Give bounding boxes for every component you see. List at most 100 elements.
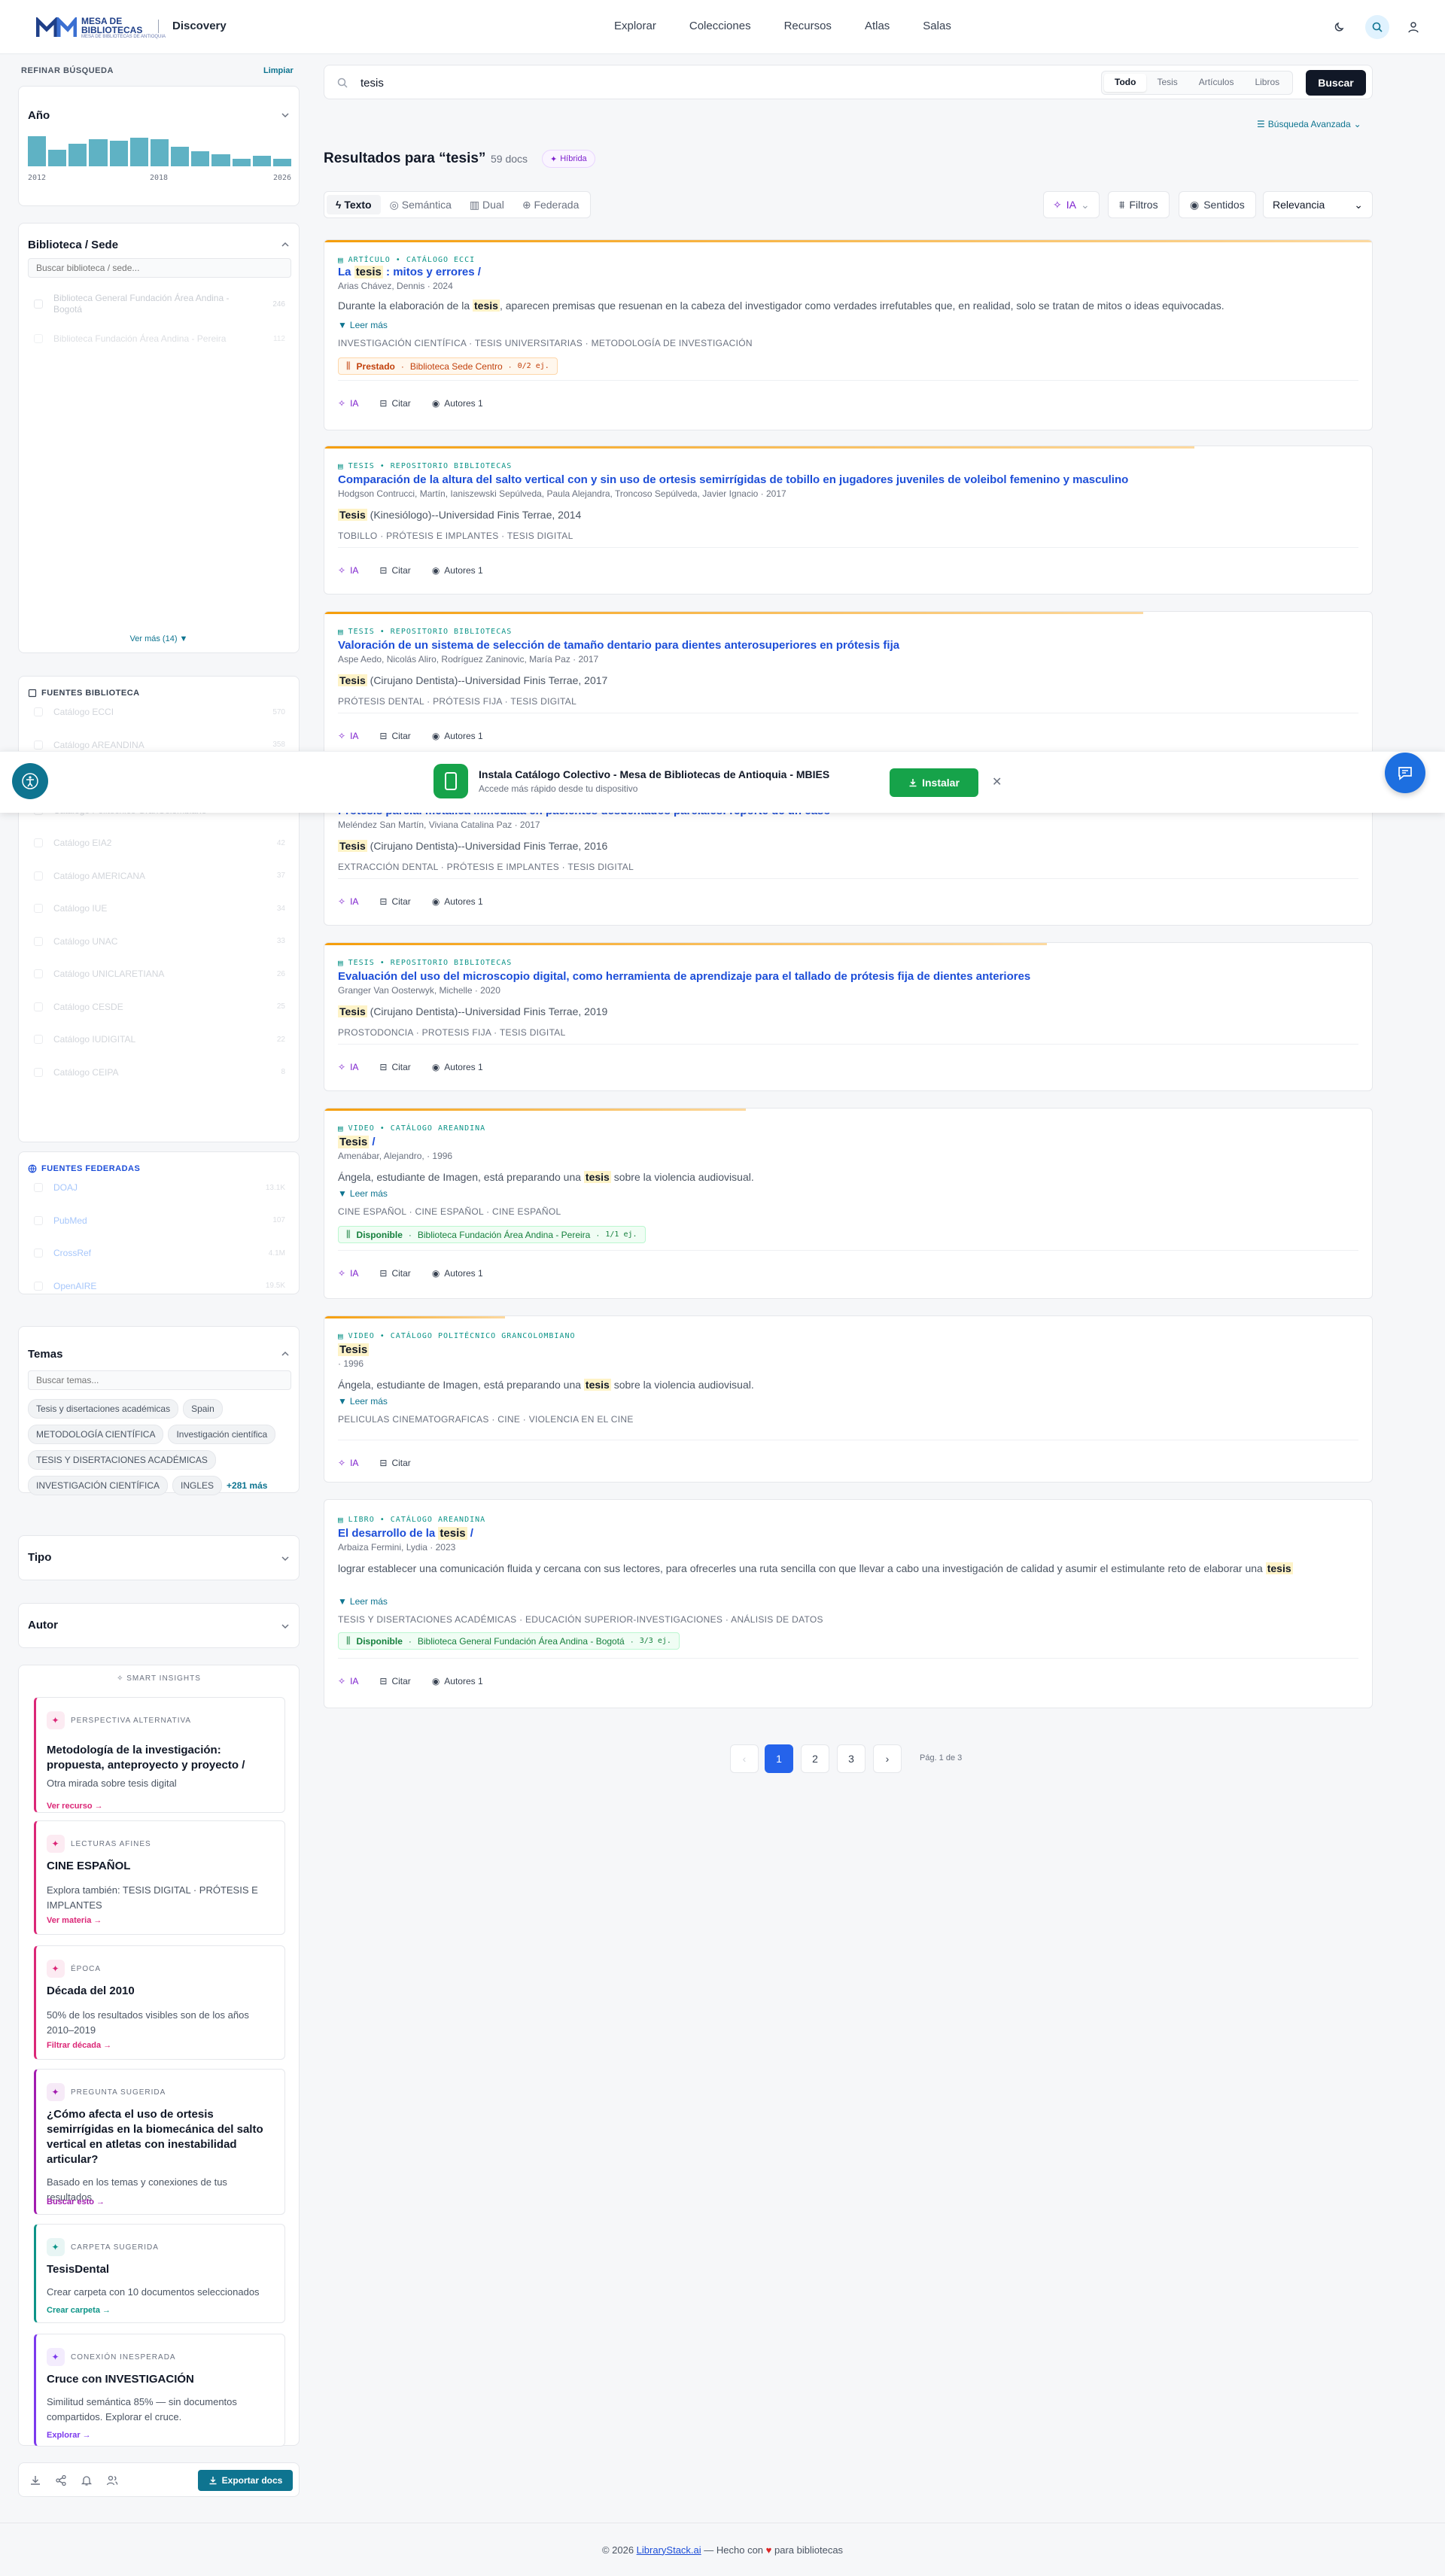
checkbox[interactable] — [34, 740, 43, 750]
source-item[interactable]: Catálogo IUE 34 — [34, 903, 285, 914]
more-topics-link[interactable]: +281 más — [227, 1480, 267, 1491]
cite-button[interactable]: ⊟ Citar — [379, 1268, 410, 1279]
authors-button[interactable]: ◉ Autores 1 — [432, 1268, 483, 1279]
scope-tab-libros[interactable]: Libros — [1244, 74, 1290, 92]
library-item[interactable]: Biblioteca General Fundación Área Andina… — [34, 293, 285, 315]
read-more-link[interactable]: ▼ Leer más — [338, 320, 388, 330]
user-account-button[interactable] — [1401, 15, 1425, 39]
year-bar[interactable] — [252, 156, 271, 166]
availability-badge[interactable]: ⫼ Disponible · Biblioteca General Fundación… — [338, 1632, 680, 1650]
dark-mode-button[interactable] — [1328, 15, 1352, 39]
cite-button[interactable]: ⊟ Citar — [379, 1062, 410, 1072]
source-item[interactable]: Catálogo CEIPA 8 — [34, 1067, 285, 1078]
authors-button[interactable]: ◉ Autores 1 — [432, 1062, 483, 1072]
authors-button[interactable]: ◉ Autores 1 — [432, 896, 483, 907]
ai-action-button[interactable]: ✧ IA — [338, 1458, 358, 1468]
ai-action-button[interactable]: ✧ IA — [338, 1268, 358, 1279]
checkbox[interactable] — [34, 334, 43, 343]
insight-card[interactable]: ✦ PREGUNTA SUGERIDA ¿Cómo afecta el uso de… — [34, 2069, 285, 2215]
topic-pill[interactable]: Tesis y disertaciones académicas — [28, 1399, 179, 1419]
insight-action-link[interactable]: Explorar → — [47, 2431, 91, 2440]
topic-pill[interactable]: TESIS Y DISERTACIONES ACADÉMICAS — [28, 1450, 216, 1470]
federated-item[interactable]: CrossRef 4.1M — [34, 1248, 285, 1258]
availability-badge[interactable]: ⫼ Prestado · Biblioteca Sede Centro · 0/2 ej. — [338, 357, 558, 375]
ai-toggle-button[interactable]: ✧ IA ⌄ — [1043, 191, 1100, 218]
checkbox[interactable] — [34, 1281, 43, 1291]
checkbox[interactable] — [34, 300, 43, 309]
cite-button[interactable]: ⊟ Citar — [379, 398, 410, 409]
result-title[interactable]: Valoración de un sistema de selección de… — [338, 639, 899, 652]
year-bar[interactable] — [211, 154, 230, 166]
prev-page-button[interactable]: ‹ — [730, 1744, 759, 1773]
search-input[interactable] — [360, 73, 1038, 93]
cite-button[interactable]: ⊟ Citar — [379, 731, 410, 741]
search-submit-button[interactable]: Buscar — [1306, 70, 1366, 96]
year-bar[interactable] — [232, 159, 251, 166]
year-bar[interactable] — [272, 159, 292, 166]
checkbox[interactable] — [34, 1035, 43, 1044]
checkbox[interactable] — [34, 904, 43, 913]
source-item[interactable]: Catálogo UNICLARETIANA 26 — [34, 969, 285, 979]
year-bar[interactable] — [191, 151, 210, 166]
authors-button[interactable]: ◉ Autores 1 — [432, 565, 483, 576]
checkbox[interactable] — [34, 1067, 43, 1077]
close-banner-button[interactable]: ✕ — [992, 774, 1002, 789]
scope-tab-articulos[interactable]: Artículos — [1188, 74, 1245, 92]
ai-action-button[interactable]: ✧ IA — [338, 896, 358, 907]
clear-filters-link[interactable]: Limpiar — [263, 66, 294, 75]
source-item[interactable]: Catálogo CESDE 25 — [34, 1002, 285, 1012]
federated-item[interactable]: PubMed 107 — [34, 1215, 285, 1226]
insight-card[interactable]: ✦ ÉPOCA Década del 2010 50% de los resultad… — [34, 1945, 285, 2060]
advanced-search-link[interactable]: ☰ Búsqueda Avanzada ⌄ — [1257, 119, 1361, 129]
chat-button[interactable] — [1385, 753, 1425, 793]
topic-pill[interactable]: METODOLOGÍA CIENTÍFICA — [28, 1425, 164, 1444]
author-filter-card[interactable]: Autor — [18, 1603, 300, 1648]
topic-pill[interactable]: INVESTIGACIÓN CIENTÍFICA — [28, 1476, 169, 1495]
type-filter-card[interactable]: Tipo — [18, 1535, 300, 1580]
ai-action-button[interactable]: ✧ IA — [338, 1676, 358, 1686]
year-bar[interactable] — [48, 150, 67, 166]
nav-atlas[interactable]: Atlas — [865, 20, 890, 32]
checkbox[interactable] — [34, 1002, 43, 1011]
year-bar[interactable] — [109, 141, 128, 166]
year-bar[interactable] — [89, 139, 108, 166]
topic-pill[interactable]: Investigación científica — [168, 1425, 276, 1444]
result-title[interactable]: Evaluación del uso del microscopio digit… — [338, 970, 1030, 983]
year-bar[interactable] — [68, 144, 87, 166]
library-search-input[interactable] — [28, 258, 291, 278]
result-title[interactable]: El desarrollo de la tesis / — [338, 1527, 473, 1540]
source-item[interactable]: Catálogo EIA2 42 — [34, 838, 285, 848]
authors-button[interactable]: ◉ Autores 1 — [432, 731, 483, 741]
export-docs-button[interactable]: Exportar docs — [198, 2470, 293, 2491]
insight-card[interactable]: ✦ LECTURAS AFINES CINE ESPAÑOL Explora tamb… — [34, 1820, 285, 1935]
insight-card[interactable]: ✦ CARPETA SUGERIDA TesisDental Crear carpet… — [34, 2224, 285, 2323]
checkbox[interactable] — [34, 707, 43, 716]
nav-salas[interactable]: Salas — [923, 20, 951, 32]
insight-action-link[interactable]: Crear carpeta → — [47, 2306, 111, 2315]
ai-action-button[interactable]: ✧ IA — [338, 565, 358, 576]
next-page-button[interactable]: › — [873, 1744, 902, 1773]
insight-action-link[interactable]: Ver recurso → — [47, 1802, 103, 1811]
insight-card[interactable]: ✦ CONEXIÓN INESPERADA Cruce con INVESTIGAC… — [34, 2334, 285, 2447]
availability-badge[interactable]: ⫼ Disponible · Biblioteca Fundación Área An… — [338, 1226, 646, 1243]
cite-button[interactable]: ⊟ Citar — [379, 1676, 410, 1686]
filters-button[interactable]: ⩩ Filtros — [1108, 191, 1170, 218]
year-bar[interactable] — [28, 136, 47, 166]
topics-search-input[interactable] — [28, 1370, 291, 1390]
checkbox[interactable] — [34, 1215, 43, 1225]
checkbox[interactable] — [34, 936, 43, 946]
mode-tab-dual[interactable]: ▥ Dual — [461, 195, 513, 215]
year-bar[interactable] — [129, 138, 148, 166]
show-more-libraries-link[interactable]: Ver más (14) ▼ — [19, 634, 299, 643]
result-title[interactable]: Tesis — [338, 1343, 370, 1356]
source-item[interactable]: Catálogo AREANDINA 358 — [34, 740, 285, 750]
cite-button[interactable]: ⊟ Citar — [379, 896, 410, 907]
mode-tab-semantica[interactable]: ◎ Semántica — [381, 195, 461, 215]
download-icon[interactable] — [29, 2474, 41, 2486]
senses-button[interactable]: ◉ Sentidos — [1179, 191, 1256, 218]
ai-action-button[interactable]: ✧ IA — [338, 398, 358, 409]
read-more-link[interactable]: ▼ Leer más — [338, 1596, 388, 1607]
chevron-down-icon[interactable] — [281, 1622, 290, 1631]
source-item[interactable]: Catálogo IUDIGITAL 22 — [34, 1034, 285, 1045]
checkbox[interactable] — [34, 1183, 43, 1192]
